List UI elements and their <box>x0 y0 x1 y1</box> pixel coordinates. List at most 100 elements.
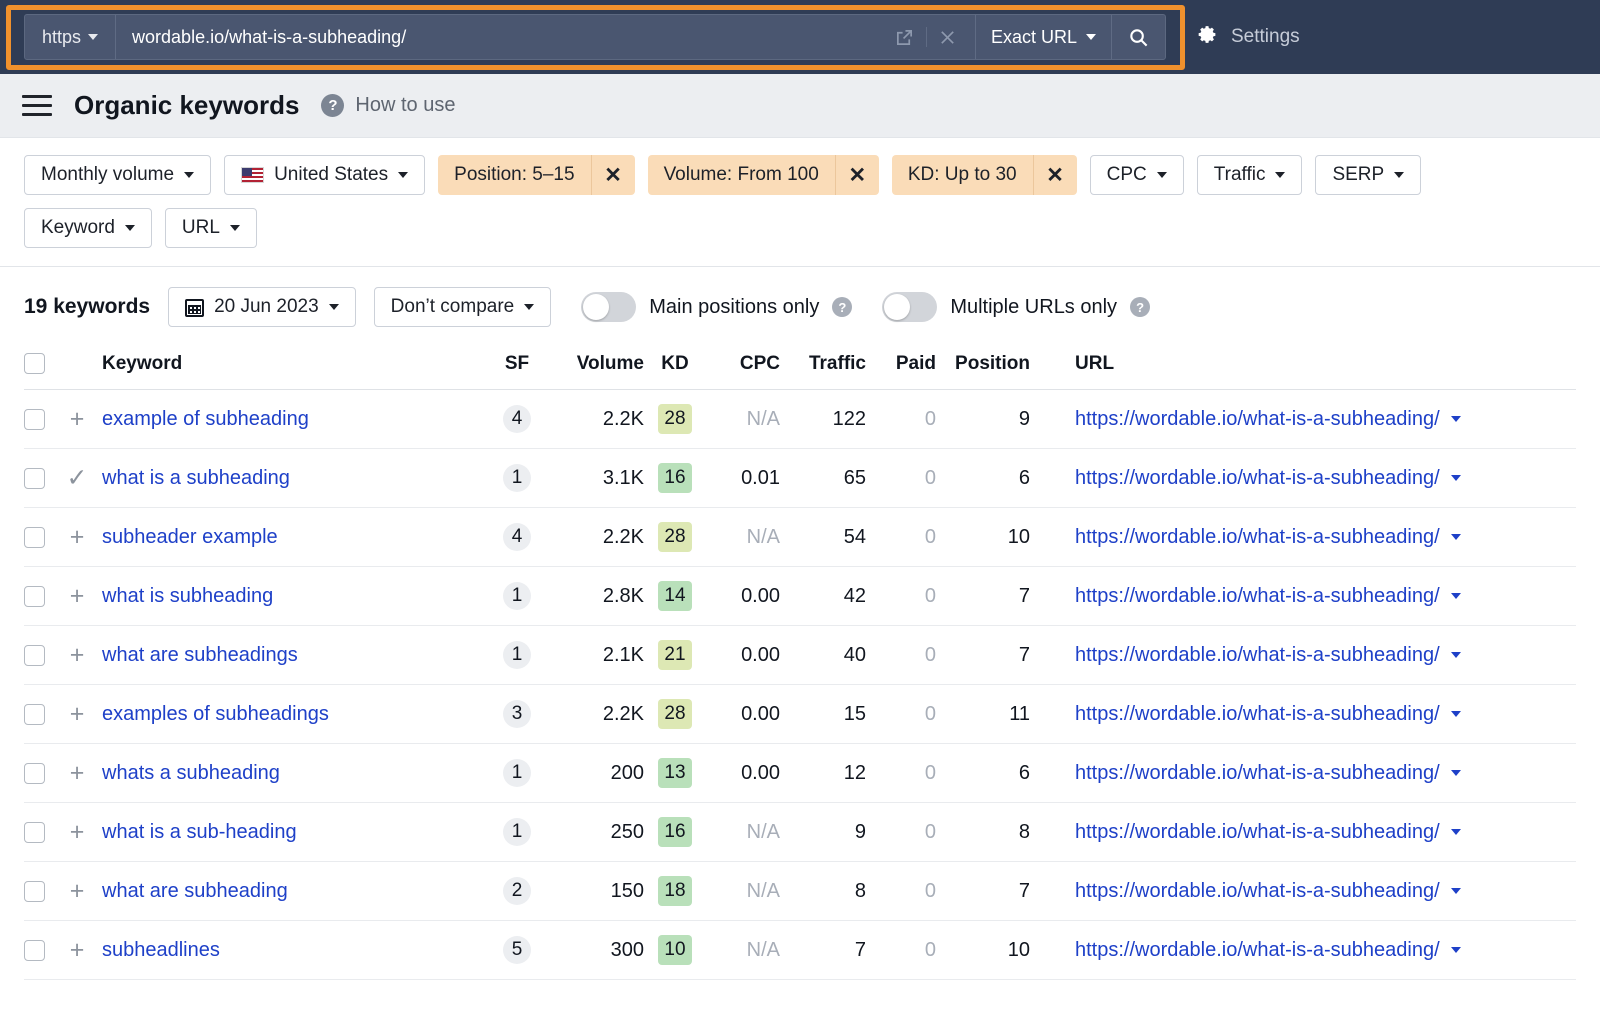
chevron-down-icon[interactable] <box>1451 475 1461 481</box>
keyword-link[interactable]: subheader example <box>102 526 278 549</box>
plus-icon[interactable]: + <box>66 408 88 430</box>
plus-icon[interactable]: + <box>66 821 88 843</box>
page-header: Organic keywords ? How to use <box>0 74 1600 138</box>
filter-traffic[interactable]: Traffic <box>1197 155 1303 195</box>
search-button[interactable] <box>1111 15 1165 59</box>
main-positions-toggle[interactable] <box>581 292 636 322</box>
chevron-down-icon[interactable] <box>1451 416 1461 422</box>
plus-icon[interactable]: + <box>66 644 88 666</box>
plus-icon[interactable]: + <box>66 526 88 548</box>
cpc-cell: N/A <box>706 508 780 567</box>
column-header-position[interactable]: Position <box>936 345 1030 390</box>
protocol-dropdown[interactable]: https <box>25 15 116 59</box>
chevron-down-icon[interactable] <box>1451 947 1461 953</box>
chevron-down-icon[interactable] <box>1451 534 1461 540</box>
row-checkbox[interactable] <box>24 822 45 843</box>
open-external-icon[interactable] <box>886 15 924 59</box>
column-header-kd[interactable]: KD <box>644 345 706 390</box>
keyword-link[interactable]: what are subheading <box>102 880 288 903</box>
plus-icon[interactable]: + <box>66 762 88 784</box>
multiple-urls-toggle[interactable] <box>882 292 937 322</box>
keyword-link[interactable]: subheadlines <box>102 939 220 962</box>
help-icon[interactable]: ? <box>832 297 852 317</box>
column-header-traffic[interactable]: Traffic <box>780 345 866 390</box>
url-link[interactable]: https://wordable.io/what-is-a-subheading… <box>1075 762 1440 785</box>
chevron-down-icon[interactable] <box>1451 593 1461 599</box>
select-all-checkbox[interactable] <box>24 353 45 374</box>
remove-filter-icon[interactable]: ✕ <box>591 155 635 195</box>
chevron-down-icon[interactable] <box>1451 652 1461 658</box>
filter-serp[interactable]: SERP <box>1315 155 1421 195</box>
url-link[interactable]: https://wordable.io/what-is-a-subheading… <box>1075 939 1440 962</box>
check-icon[interactable]: ✓ <box>66 467 88 489</box>
filter-monthly-volume[interactable]: Monthly volume <box>24 155 211 195</box>
row-checkbox[interactable] <box>24 527 45 548</box>
compare-dropdown[interactable]: Don’t compare <box>374 287 552 327</box>
plus-icon[interactable]: + <box>66 585 88 607</box>
chip-label[interactable]: KD: Up to 30 <box>892 155 1033 195</box>
remove-filter-icon[interactable]: ✕ <box>1033 155 1077 195</box>
url-cell: https://wordable.io/what-is-a-subheading… <box>1030 685 1576 744</box>
row-checkbox[interactable] <box>24 468 45 489</box>
chip-label[interactable]: Position: 5–15 <box>438 155 590 195</box>
column-header-paid[interactable]: Paid <box>866 345 936 390</box>
url-link[interactable]: https://wordable.io/what-is-a-subheading… <box>1075 880 1440 903</box>
row-checkbox[interactable] <box>24 645 45 666</box>
url-link[interactable]: https://wordable.io/what-is-a-subheading… <box>1075 644 1440 667</box>
url-link[interactable]: https://wordable.io/what-is-a-subheading… <box>1075 821 1440 844</box>
keyword-link[interactable]: what are subheadings <box>102 644 298 667</box>
keyword-link[interactable]: what is subheading <box>102 585 273 608</box>
row-checkbox[interactable] <box>24 409 45 430</box>
match-mode-dropdown[interactable]: Exact URL <box>975 15 1111 59</box>
date-picker[interactable]: 20 Jun 2023 <box>168 287 356 327</box>
calendar-icon <box>185 298 204 317</box>
filter-cpc[interactable]: CPC <box>1090 155 1184 195</box>
chevron-down-icon[interactable] <box>1451 711 1461 717</box>
url-link[interactable]: https://wordable.io/what-is-a-subheading… <box>1075 408 1440 431</box>
volume-cell: 150 <box>548 862 644 921</box>
keyword-link[interactable]: example of subheading <box>102 408 309 431</box>
hamburger-menu-icon[interactable] <box>22 95 52 116</box>
clear-url-icon[interactable] <box>929 15 967 59</box>
keyword-link[interactable]: what is a subheading <box>102 467 290 490</box>
chevron-down-icon[interactable] <box>1451 829 1461 835</box>
row-checkbox[interactable] <box>24 586 45 607</box>
row-checkbox[interactable] <box>24 881 45 902</box>
url-link[interactable]: https://wordable.io/what-is-a-subheading… <box>1075 526 1440 549</box>
settings-button[interactable]: Settings <box>1197 0 1300 74</box>
column-header-sf[interactable]: SF <box>486 345 548 390</box>
help-icon[interactable]: ? <box>1130 297 1150 317</box>
column-header-volume[interactable]: Volume <box>548 345 644 390</box>
column-header-url[interactable]: URL <box>1030 345 1576 390</box>
plus-icon[interactable]: + <box>66 880 88 902</box>
chevron-down-icon <box>398 172 408 178</box>
plus-icon[interactable]: + <box>66 939 88 961</box>
plus-icon[interactable]: + <box>66 703 88 725</box>
keyword-link[interactable]: what is a sub-heading <box>102 821 297 844</box>
filter-url[interactable]: URL <box>165 208 257 248</box>
remove-filter-icon[interactable]: ✕ <box>835 155 879 195</box>
column-header-cpc[interactable]: CPC <box>706 345 780 390</box>
url-input[interactable]: wordable.io/what-is-a-subheading/ <box>116 15 886 59</box>
row-checkbox[interactable] <box>24 763 45 784</box>
url-link[interactable]: https://wordable.io/what-is-a-subheading… <box>1075 585 1440 608</box>
filter-country[interactable]: United States <box>224 155 425 195</box>
row-checkbox[interactable] <box>24 940 45 961</box>
keyword-cell: + example of subheading <box>66 390 486 449</box>
table-row: +what is a sub-heading125016N/A908https:… <box>24 803 1576 862</box>
chevron-down-icon[interactable] <box>1451 888 1461 894</box>
column-header-keyword[interactable]: Keyword <box>66 345 486 390</box>
url-link[interactable]: https://wordable.io/what-is-a-subheading… <box>1075 467 1440 490</box>
chip-label[interactable]: Volume: From 100 <box>648 155 835 195</box>
keyword-link[interactable]: whats a subheading <box>102 762 280 785</box>
cpc-cell: 0.00 <box>706 744 780 803</box>
row-select-cell <box>24 803 66 862</box>
how-to-use-link[interactable]: ? How to use <box>321 94 455 117</box>
kd-badge: 16 <box>658 463 692 493</box>
chevron-down-icon[interactable] <box>1451 770 1461 776</box>
row-checkbox[interactable] <box>24 704 45 725</box>
filter-keyword[interactable]: Keyword <box>24 208 152 248</box>
url-link[interactable]: https://wordable.io/what-is-a-subheading… <box>1075 703 1440 726</box>
keyword-link[interactable]: examples of subheadings <box>102 703 329 726</box>
kd-badge: 13 <box>658 758 692 788</box>
